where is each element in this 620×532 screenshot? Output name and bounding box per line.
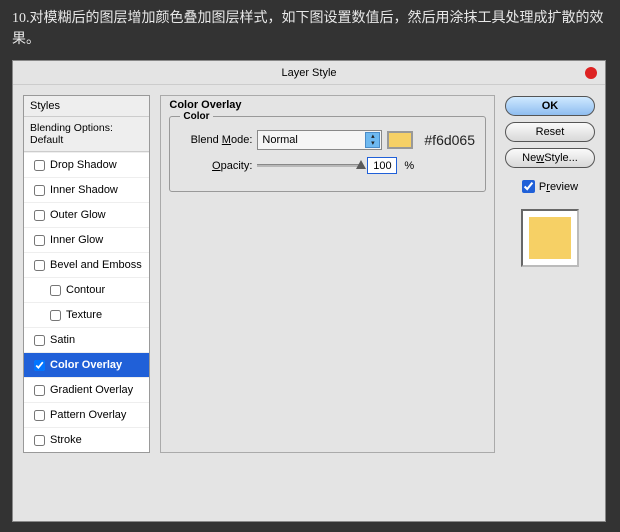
- style-item-label: Gradient Overlay: [50, 384, 133, 396]
- titlebar: Layer Style: [13, 61, 605, 85]
- style-checkbox[interactable]: [34, 410, 45, 421]
- style-checkbox[interactable]: [34, 335, 45, 346]
- color-group: Color Blend Mode: Normal ▴▾ #f6d065 Opac…: [169, 111, 486, 192]
- style-item-inner-glow[interactable]: Inner Glow: [24, 227, 149, 252]
- style-item-label: Satin: [50, 334, 75, 346]
- reset-button[interactable]: Reset: [505, 122, 595, 142]
- style-item-label: Inner Glow: [50, 234, 103, 246]
- preview-box: [521, 209, 579, 267]
- close-icon[interactable]: [585, 67, 597, 79]
- overlay-settings-panel: Color Overlay Color Blend Mode: Normal ▴…: [160, 95, 495, 453]
- style-checkbox[interactable]: [34, 185, 45, 196]
- opacity-label: Opacity:: [180, 160, 252, 172]
- style-item-drop-shadow[interactable]: Drop Shadow: [24, 152, 149, 177]
- style-item-label: Bevel and Emboss: [50, 259, 142, 271]
- preview-label: Preview: [539, 181, 578, 193]
- style-item-inner-shadow[interactable]: Inner Shadow: [24, 177, 149, 202]
- style-item-bevel-and-emboss[interactable]: Bevel and Emboss: [24, 252, 149, 277]
- dialog-content: Styles Blending Options: Default Drop Sh…: [13, 85, 605, 463]
- style-item-label: Texture: [66, 309, 102, 321]
- style-checkbox[interactable]: [34, 435, 45, 446]
- opacity-slider[interactable]: [257, 164, 362, 167]
- styles-panel: Styles Blending Options: Default Drop Sh…: [23, 95, 150, 453]
- style-item-outer-glow[interactable]: Outer Glow: [24, 202, 149, 227]
- instruction-text: 10.对模糊后的图层增加颜色叠加图层样式，如下图设置数值后，然后用涂抹工具处理成…: [0, 0, 620, 60]
- group-legend: Color: [180, 111, 212, 122]
- style-item-pattern-overlay[interactable]: Pattern Overlay: [24, 402, 149, 427]
- section-title: Color Overlay: [169, 99, 486, 111]
- blend-mode-label: Blend Mode:: [180, 134, 252, 146]
- style-checkbox[interactable]: [50, 285, 61, 296]
- opacity-input[interactable]: [367, 157, 397, 174]
- style-item-label: Color Overlay: [50, 359, 122, 371]
- blending-options[interactable]: Blending Options: Default: [24, 117, 149, 152]
- style-item-label: Drop Shadow: [50, 159, 117, 171]
- style-checkbox[interactable]: [34, 210, 45, 221]
- style-checkbox[interactable]: [34, 235, 45, 246]
- preview-toggle[interactable]: Preview: [522, 180, 578, 193]
- style-checkbox[interactable]: [50, 310, 61, 321]
- style-item-contour[interactable]: Contour: [24, 277, 149, 302]
- style-item-texture[interactable]: Texture: [24, 302, 149, 327]
- style-checkbox[interactable]: [34, 160, 45, 171]
- right-panel: OK Reset New Style... Preview: [505, 95, 595, 453]
- style-checkbox[interactable]: [34, 360, 45, 371]
- style-item-label: Pattern Overlay: [50, 409, 126, 421]
- blend-mode-value: Normal: [262, 134, 297, 146]
- style-item-label: Stroke: [50, 434, 82, 446]
- style-item-gradient-overlay[interactable]: Gradient Overlay: [24, 377, 149, 402]
- style-item-stroke[interactable]: Stroke: [24, 427, 149, 452]
- styles-header[interactable]: Styles: [24, 96, 149, 117]
- select-arrows-icon[interactable]: ▴▾: [365, 132, 380, 148]
- style-item-label: Contour: [66, 284, 105, 296]
- color-swatch[interactable]: [387, 131, 413, 149]
- preview-swatch: [529, 217, 571, 259]
- dialog-title: Layer Style: [281, 67, 336, 79]
- preview-checkbox[interactable]: [522, 180, 535, 193]
- blend-mode-select[interactable]: Normal ▴▾: [257, 130, 382, 150]
- style-item-label: Inner Shadow: [50, 184, 118, 196]
- color-hex-label: #f6d065: [424, 132, 475, 148]
- new-style-button[interactable]: New Style...: [505, 148, 595, 168]
- style-item-color-overlay[interactable]: Color Overlay: [24, 352, 149, 377]
- style-checkbox[interactable]: [34, 260, 45, 271]
- style-checkbox[interactable]: [34, 385, 45, 396]
- layer-style-dialog: Layer Style Styles Blending Options: Def…: [12, 60, 606, 522]
- ok-button[interactable]: OK: [505, 96, 595, 116]
- opacity-unit: %: [404, 160, 414, 172]
- style-item-label: Outer Glow: [50, 209, 106, 221]
- slider-thumb-icon[interactable]: [356, 160, 366, 169]
- style-item-satin[interactable]: Satin: [24, 327, 149, 352]
